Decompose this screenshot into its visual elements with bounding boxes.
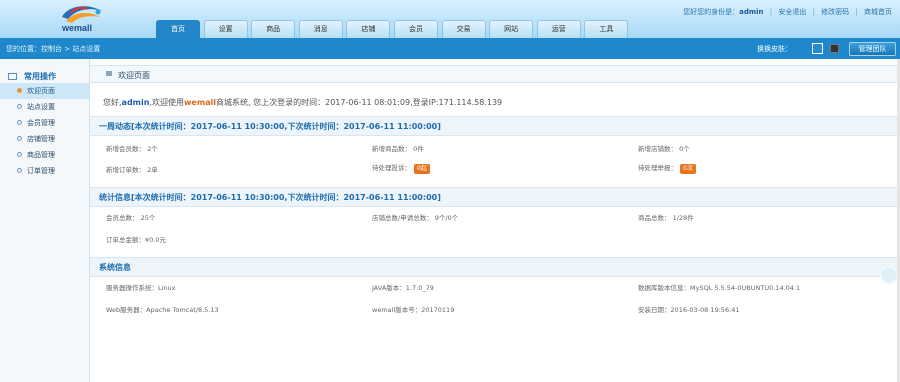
link-separator: | [769,8,773,16]
skin-blue-swatch[interactable] [812,43,823,54]
bullet-icon [17,104,22,109]
tab-products[interactable]: 商品 [251,20,296,38]
welcome-tab-title: 欢迎页面 [118,71,150,80]
app-root: wemall 您好您的身份是：admin | 安全退出 | 修改密码 | 商城首… [0,0,900,382]
sidebar-item-label: 订单管理 [27,167,55,175]
install-date-info: 安装日期：2016-03-08 19:56:41 [638,306,740,314]
pending-reports-stat: 待处理举报： 0次 [638,162,696,174]
sidebar-header: 常用操作 [0,59,89,83]
welcome-prefix: 您好, [103,98,122,107]
sidebar-item-members[interactable]: 会员管理 [0,115,89,131]
shops-total-stat: 店铺总数/申请总数： 9个/0个 [372,214,459,222]
welcome-username: admin [121,98,150,107]
tab-tools[interactable]: 工具 [584,20,629,38]
welcome-brand: wemall [184,98,217,107]
user-links: 您好您的身份是：admin | 安全退出 | 修改密码 | 商城首页 [683,7,892,17]
pending-complaints-label: 待处理投诉： [372,164,411,172]
skin-dark-swatch[interactable] [830,44,839,53]
page-icon [106,71,112,76]
welcome-suffix: 商城系统, 您上次登录的时间：2017-06-11 08:01:09,登录IP:… [216,98,503,107]
sidebar-item-welcome[interactable]: 欢迎页面 [0,83,89,99]
change-password-link[interactable]: 修改密码 [821,8,849,16]
tab-home[interactable]: 首页 [156,20,200,38]
bullet-icon [17,152,22,157]
main-content: 欢迎页面 您好,admin,欢迎使用wemall商城系统, 您上次登录的时间：2… [90,59,900,382]
bullet-icon [17,136,22,141]
sidebar-item-site-settings[interactable]: 站点设置 [0,99,89,115]
members-total-stat: 会员总数： 25个 [106,214,156,222]
logout-link[interactable]: 安全退出 [778,8,806,16]
top-header: wemall 您好您的身份是：admin | 安全退出 | 修改密码 | 商城首… [0,0,900,38]
products-total-stat: 商品总数： 1/28件 [638,214,694,222]
sidebar-item-products[interactable]: 商品管理 [0,147,89,163]
sidebar-item-orders[interactable]: 订单管理 [0,163,89,179]
pending-complaints-badge[interactable]: 0起 [414,164,430,174]
new-products-stat: 新增商品数： 0件 [372,145,424,153]
site-home-link[interactable]: 商城首页 [864,8,892,16]
link-separator: | [855,8,858,16]
grid-icon [8,72,17,80]
sidebar-title: 常用操作 [24,71,56,81]
tab-operations[interactable]: 运营 [536,20,581,38]
new-shops-stat: 新增店铺数： 0个 [638,145,690,153]
username-text: admin [739,8,764,16]
tab-settings[interactable]: 设置 [203,20,248,38]
tab-members[interactable]: 会员 [393,20,438,38]
wemall-version-info: wemall版本号：20170119 [372,306,455,314]
welcome-message: 您好,admin,欢迎使用wemall商城系统, 您上次登录的时间：2017-0… [103,97,502,108]
welcome-middle: ,欢迎使用 [149,98,184,107]
web-server-info: Web服务器：Apache Tomcat/8.5.13 [106,306,219,314]
main-nav: 首页 设置 商品 消息 店铺 会员 交易 网站 运营 工具 [156,20,632,38]
skin-label: 换换皮肤： [757,45,792,53]
stats-section-title: 统计信息[本次统计时间：2017-06-11 10:30:00,下次统计时间：2… [90,187,900,207]
logo-text: wemall [62,23,93,33]
pending-reports-badge[interactable]: 0次 [680,164,696,174]
breadcrumb: 您的位置：控制台 > 站点设置 [6,45,101,53]
sub-bar: 您的位置：控制台 > 站点设置 换换皮肤： [0,38,900,59]
bullet-icon [17,88,22,93]
java-info: JAVA版本：1.7.0_79 [372,284,434,292]
greeting-text: 您好您的身份是： [683,8,740,16]
os-info: 服务器操作系统：Linux [106,284,176,292]
tab-website[interactable]: 网站 [489,20,534,38]
welcome-tab[interactable]: 欢迎页面 [90,65,900,83]
tab-messages[interactable]: 消息 [298,20,343,38]
floating-widget-icon[interactable] [880,266,898,284]
sidebar-item-label: 店铺管理 [27,135,55,143]
tab-shops[interactable]: 店铺 [346,20,391,38]
sidebar-item-shops[interactable]: 店铺管理 [0,131,89,147]
new-orders-stat: 新增订单数： 2单 [106,166,158,174]
sidebar: 常用操作 欢迎页面 站点设置 会员管理 店铺管理 商品管理 订单管理 [0,59,90,382]
system-section-title: 系统信息 [90,257,900,277]
bullet-icon [17,120,22,125]
admin-team-button[interactable]: 管理团队 [849,42,896,56]
sidebar-item-label: 商品管理 [27,151,55,159]
sidebar-item-label: 站点设置 [27,103,55,111]
bullet-icon [17,168,22,173]
pending-complaints-stat: 待处理投诉： 0起 [372,162,430,174]
weekly-section-title: 一周动态[本次统计时间：2017-06-11 10:30:00,下次统计时间：2… [90,116,900,136]
link-separator: | [812,8,815,16]
sidebar-item-label: 会员管理 [27,119,55,127]
orders-amount-stat: 订单总金额：¥0.0元 [106,236,166,244]
db-info: 数据库版本信息：MySQL 5.5.54-0UBUNTU0.14.04.1 [638,284,801,292]
new-members-stat: 新增会员数： 2个 [106,145,158,153]
sidebar-item-label: 欢迎页面 [27,87,55,95]
tab-trade[interactable]: 交易 [441,20,486,38]
pending-reports-label: 待处理举报： [638,164,677,172]
